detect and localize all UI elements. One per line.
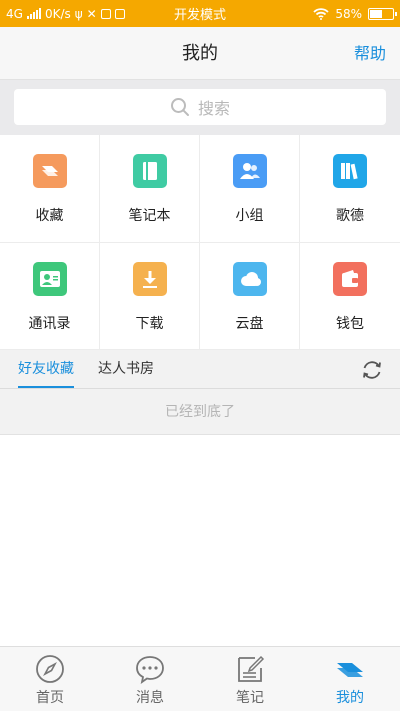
grid-item-label: 小组	[235, 208, 264, 224]
network-label: 4G	[6, 6, 23, 21]
grid-item-cloud[interactable]: 云盘	[200, 243, 300, 350]
note-icon	[238, 655, 265, 682]
tabbar-home[interactable]: 首页	[0, 647, 100, 711]
page-title: 我的	[182, 43, 218, 64]
grid-item-label: 歌德	[336, 208, 364, 224]
signal-icon	[26, 8, 41, 19]
grid-item-wallet[interactable]: 钱包	[300, 243, 400, 350]
contacts-icon	[32, 262, 67, 296]
tools-icon: ✕	[86, 6, 97, 21]
favorites-icon	[32, 154, 67, 188]
nav-bar: 我的 帮助	[0, 27, 400, 80]
tab-expert-study[interactable]: 达人书房	[98, 350, 154, 388]
grid-item-label: 下载	[135, 316, 164, 332]
nfc-icon	[114, 8, 125, 19]
battery-fill	[370, 9, 382, 18]
battery-percent: 58%	[335, 6, 362, 21]
refresh-icon[interactable]	[360, 358, 384, 382]
grid-item-group[interactable]: 小组	[200, 135, 300, 243]
wallet-icon	[333, 262, 367, 296]
grid-item-label: 通讯录	[28, 316, 71, 332]
grid-item-label: 云盘	[235, 316, 264, 332]
status-left: 4G 0K/s ψ ✕	[6, 7, 156, 21]
content-area	[0, 435, 400, 646]
tab-friends-favorites[interactable]: 好友收藏	[18, 350, 74, 388]
grid-item-notebook[interactable]: 笔记本	[100, 135, 200, 243]
status-bar: 4G 0K/s ψ ✕ 开发模式 58%	[0, 0, 400, 27]
grid-item-label: 钱包	[336, 316, 364, 332]
help-button[interactable]: 帮助	[354, 27, 386, 80]
download-icon	[132, 262, 167, 296]
status-right: 58%	[313, 6, 397, 21]
tabbar-label: 消息	[136, 690, 164, 706]
end-of-list-text: 已经到底了	[0, 389, 400, 435]
books-icon	[333, 154, 367, 188]
search-input[interactable]: 搜索	[14, 89, 386, 125]
grid-item-favorites[interactable]: 收藏	[0, 135, 100, 243]
message-icon	[136, 656, 164, 684]
group-icon	[232, 154, 267, 188]
search-area: 搜索	[0, 80, 400, 135]
wifi-icon	[313, 7, 329, 20]
grid-item-books[interactable]: 歌德	[300, 135, 400, 243]
collection-tabs: 好友收藏 达人书房	[0, 350, 400, 389]
function-grid: 收藏 笔记本 小组 歌德 通讯录 下载 云盘 钱包	[0, 135, 400, 350]
sim-icon	[100, 8, 111, 19]
tabbar-mine[interactable]: 我的	[300, 647, 400, 711]
profile-layers-icon	[337, 663, 363, 677]
notebook-icon	[132, 154, 167, 188]
compass-icon	[36, 655, 64, 683]
battery-icon	[368, 7, 397, 20]
tabbar-messages[interactable]: 消息	[100, 647, 200, 711]
tabbar-notes[interactable]: 笔记	[200, 647, 300, 711]
tabbar-label: 我的	[336, 690, 364, 706]
search-placeholder: 搜索	[197, 99, 230, 118]
search-icon	[170, 98, 189, 116]
bottom-tab-bar: 首页 消息 笔记 我的	[0, 646, 400, 711]
grid-item-contacts[interactable]: 通讯录	[0, 243, 100, 350]
tabbar-label: 首页	[36, 690, 64, 706]
cloud-icon	[232, 262, 267, 296]
grid-item-download[interactable]: 下载	[100, 243, 200, 350]
tabbar-label: 笔记	[236, 690, 264, 706]
grid-item-label: 笔记本	[128, 208, 171, 224]
usb-icon: ψ	[74, 6, 83, 21]
speed-label: 0K/s	[44, 6, 71, 21]
grid-item-label: 收藏	[35, 208, 64, 224]
